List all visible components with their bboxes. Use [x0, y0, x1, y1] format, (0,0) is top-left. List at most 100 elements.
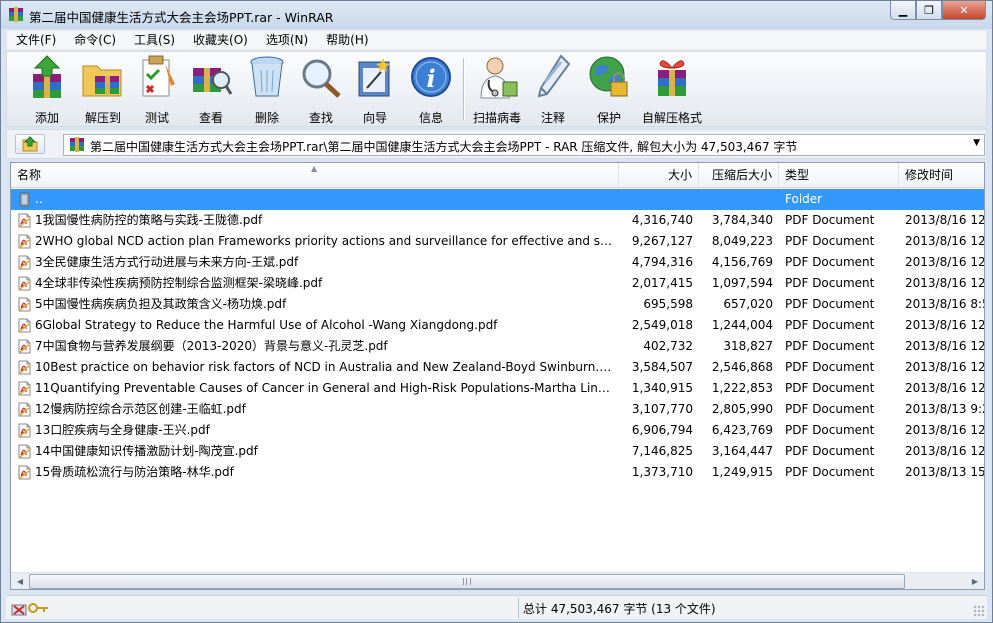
column-header-name[interactable]: 名称 ▲	[11, 163, 619, 188]
file-name-cell: 10Best practice on behavior risk factors…	[17, 357, 619, 378]
virus-scan-button[interactable]: 扫描病毒	[469, 54, 525, 125]
extract-to-button[interactable]: 解压到	[75, 54, 131, 125]
file-size: 4,794,316	[631, 255, 693, 269]
test-button[interactable]: 测试	[131, 54, 183, 125]
comment-button[interactable]: 注释	[527, 54, 579, 125]
file-row[interactable]: 15骨质疏松流行与防治策略-林华.pdf 1,373,710 1,249,915 PD…	[11, 462, 985, 483]
file-name-cell: 1我国慢性病防控的策略与实践-王陇德.pdf	[17, 210, 619, 231]
file-name: 6Global Strategy to Reduce the Harmful U…	[35, 318, 498, 332]
delete-label: 删除	[254, 111, 279, 125]
file-packed-size: 1,249,915	[711, 465, 773, 479]
column-header-type[interactable]: 类型	[779, 163, 899, 188]
pdf-file-icon	[18, 423, 31, 438]
file-modified: 2013/8/16 12...	[905, 339, 985, 353]
password-key-icon[interactable]	[10, 600, 50, 616]
winrar-window: 第二届中国健康生活方式大会主会场PPT.rar - WinRAR ▁ ❐ ✕ 文…	[0, 0, 993, 623]
resize-grip-icon[interactable]	[973, 605, 985, 617]
info-button[interactable]: i 信息	[405, 54, 457, 125]
protect-button[interactable]: 保护	[583, 54, 635, 125]
menu-help[interactable]: 帮助(H)	[317, 31, 377, 49]
file-name-cell: 7中国食物与营养发展纲要（2013-2020）背景与意义-孔灵芝.pdf	[17, 336, 619, 357]
file-row[interactable]: 5中国慢性病疾病负担及其政策含义-杨功焕.pdf 695,598 657,020 PD…	[11, 294, 984, 315]
parent-folder-row[interactable]: .. Folder	[11, 189, 984, 210]
column-header-modified[interactable]: 修改时间	[899, 163, 984, 188]
file-packed-size	[699, 189, 773, 210]
file-type: PDF Document	[785, 276, 875, 290]
file-row[interactable]: 1我国慢性病防控的策略与实践-王陇德.pdf 4,316,740 3,784,340…	[11, 210, 984, 231]
add-label: 添加	[34, 111, 59, 125]
comment-icon	[537, 54, 571, 98]
file-type: PDF Document	[785, 402, 875, 416]
address-dropdown-icon[interactable]: ▼	[973, 138, 980, 148]
file-row[interactable]: 7中国食物与营养发展纲要（2013-2020）背景与意义-孔灵芝.pdf 402,…	[11, 336, 985, 357]
address-path: 第二届中国健康生活方式大会主会场PPT.rar\第二届中国健康生活方式大会主会场…	[90, 140, 798, 154]
close-button[interactable]: ✕	[942, 1, 986, 20]
file-row[interactable]: 2WHO global NCD action plan Frameworks p…	[11, 231, 985, 252]
file-size: 4,316,740	[631, 213, 693, 227]
file-name-cell: 13口腔疾病与全身健康-王兴.pdf	[17, 420, 619, 441]
archive-icon	[70, 137, 84, 152]
delete-button[interactable]: 删除	[241, 54, 293, 125]
address-bar[interactable]: 第二届中国健康生活方式大会主会场PPT.rar\第二届中国健康生活方式大会主会场…	[63, 134, 985, 156]
find-button[interactable]: 查找	[295, 54, 347, 125]
protect-label: 保护	[596, 111, 621, 125]
file-packed-size: 1,244,004	[711, 318, 773, 332]
file-row[interactable]: 13口腔疾病与全身健康-王兴.pdf 6,906,794 6,423,769 PDF …	[11, 420, 984, 441]
pdf-file-icon	[18, 255, 31, 270]
pdf-file-icon	[18, 297, 31, 312]
file-row[interactable]: 11Quantifying Preventable Causes of Canc…	[11, 378, 984, 399]
minimize-button[interactable]: ▁	[890, 1, 916, 20]
view-button[interactable]: 查看	[185, 54, 237, 125]
pdf-file-icon	[18, 213, 31, 228]
maximize-button[interactable]: ❐	[916, 1, 942, 20]
folder-up-icon	[22, 136, 38, 152]
pdf-file-icon	[18, 360, 31, 375]
file-row[interactable]: 12慢病防控综合示范区创建-王临虹.pdf 3,107,770 2,805,990 P…	[11, 399, 984, 420]
sfx-button[interactable]: 自解压格式	[637, 54, 707, 125]
file-name: 10Best practice on behavior risk factors…	[35, 360, 617, 374]
file-row[interactable]: 4全球非传染性疾病预防控制综合监测框架-梁晓峰.pdf 2,017,415 1,09…	[11, 273, 985, 294]
file-rows: .. Folder 1我国慢性病防控的策略与实践-王陇德.pdf 4,316,740 3…	[11, 189, 985, 483]
file-size: 6,906,794	[631, 423, 693, 437]
status-summary: 总计 47,503,467 字节 (13 个文件)	[523, 602, 716, 616]
file-name: 5中国慢性病疾病负担及其政策含义-杨功焕.pdf	[35, 297, 287, 311]
winrar-app-icon[interactable]	[8, 7, 24, 23]
list-header: 名称 ▲ 大小 压缩后大小 类型 修改时间	[11, 163, 984, 188]
pdf-file-icon	[18, 339, 31, 354]
file-row[interactable]: 14中国健康知识传播激励计划-陶茂宣.pdf 7,146,825 3,164,447…	[11, 441, 984, 462]
column-header-size[interactable]: 大小	[619, 163, 699, 188]
horizontal-scrollbar[interactable]: ◀ ▶	[11, 572, 984, 589]
menu-commands[interactable]: 命令(C)	[65, 31, 125, 49]
status-separator	[518, 598, 519, 618]
menu-tools[interactable]: 工具(S)	[125, 31, 184, 49]
file-name: 7中国食物与营养发展纲要（2013-2020）背景与意义-孔灵芝.pdf	[35, 339, 388, 353]
menu-favorites[interactable]: 收藏夹(O)	[184, 31, 257, 49]
add-button[interactable]: 添加	[21, 54, 73, 125]
extract-to-label: 解压到	[84, 111, 121, 125]
file-row[interactable]: 10Best practice on behavior risk factors…	[11, 357, 984, 378]
menu-file[interactable]: 文件(F)	[7, 31, 65, 49]
wizard-button[interactable]: 向导	[349, 54, 401, 125]
file-modified: 2013/8/16 12...	[905, 276, 985, 290]
file-size: 3,107,770	[631, 402, 693, 416]
extract-to-icon	[82, 65, 122, 97]
file-size: 402,732	[643, 339, 693, 353]
file-modified: 2013/8/16 12...	[905, 234, 985, 248]
file-list: 名称 ▲ 大小 压缩后大小 类型 修改时间 .. Folder 1我国慢性病防控的策…	[10, 162, 985, 590]
file-modified: 2013/8/13 15...	[905, 465, 985, 479]
file-row[interactable]: 6Global Strategy to Reduce the Harmful U…	[11, 315, 984, 336]
menu-options[interactable]: 选项(N)	[257, 31, 317, 49]
file-name-cell: 11Quantifying Preventable Causes of Canc…	[17, 378, 619, 399]
scroll-left-icon[interactable]: ◀	[12, 574, 28, 589]
file-size: 1,340,915	[631, 381, 693, 395]
file-row[interactable]: 3全民健康生活方式行动进展与未来方向-王斌.pdf 4,794,316 4,156,…	[11, 252, 984, 273]
file-type: PDF Document	[785, 234, 875, 248]
scroll-grip-icon	[463, 578, 471, 585]
column-header-packed[interactable]: 压缩后大小	[699, 163, 779, 188]
file-packed-size: 8,049,223	[711, 234, 773, 248]
scrollbar-thumb[interactable]	[29, 574, 905, 589]
file-packed-size: 2,546,868	[711, 360, 773, 374]
file-name: 11Quantifying Preventable Causes of Canc…	[35, 381, 617, 395]
scroll-right-icon[interactable]: ▶	[967, 574, 983, 589]
up-one-level-button[interactable]	[15, 134, 45, 154]
